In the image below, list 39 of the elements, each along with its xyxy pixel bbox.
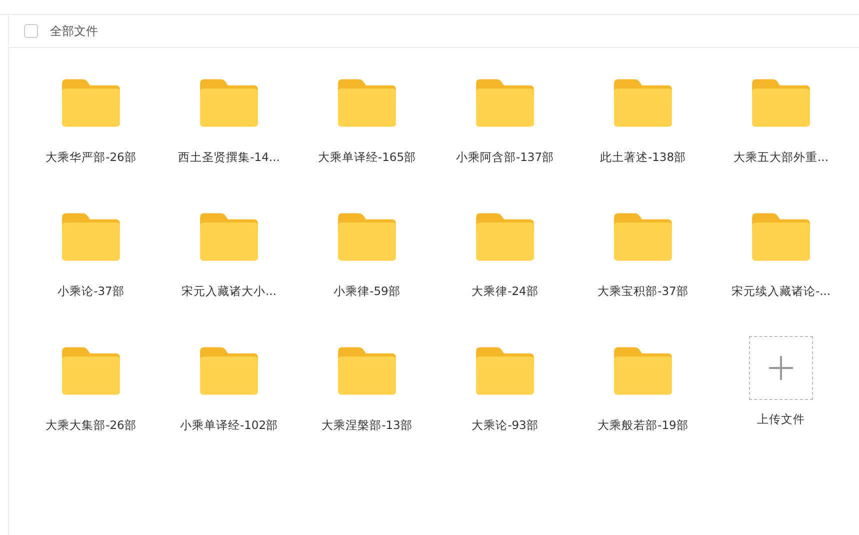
folder-name[interactable]: 小乘论-37部 <box>58 284 124 299</box>
folder-icon[interactable] <box>474 76 536 130</box>
folder-name[interactable]: 小乘律-59部 <box>334 284 400 299</box>
folder-icon[interactable] <box>60 76 122 130</box>
folder-icon[interactable] <box>198 344 260 398</box>
folder-icon[interactable] <box>336 76 398 130</box>
folder-icon[interactable] <box>612 210 674 264</box>
folder-icon[interactable] <box>474 210 536 264</box>
breadcrumb-title: 全部文件 <box>50 22 98 40</box>
plus-icon <box>767 354 795 382</box>
folder-name[interactable]: 小乘单译经-102部 <box>180 418 278 433</box>
folder-name[interactable]: 大乘般若部-19部 <box>598 418 688 433</box>
folder-icon[interactable] <box>750 210 812 264</box>
folder-name[interactable]: 小乘阿含部-137部 <box>456 150 554 165</box>
folder-icon[interactable] <box>612 344 674 398</box>
folder-icon[interactable] <box>750 76 812 130</box>
folder-name[interactable]: 大乘论-93部 <box>472 418 538 433</box>
folder-icon[interactable] <box>612 76 674 130</box>
folder-icon[interactable] <box>198 76 260 130</box>
folder-name[interactable]: 宋元入藏诸大小... <box>182 284 276 299</box>
upload-box[interactable] <box>749 336 813 400</box>
folder-icon[interactable] <box>60 210 122 264</box>
folder-name[interactable]: 大乘五大部外重... <box>734 150 828 165</box>
folder-name[interactable]: 大乘涅槃部-13部 <box>322 418 412 433</box>
folder-name[interactable]: 大乘单译经-165部 <box>318 150 416 165</box>
select-all-checkbox[interactable] <box>24 24 38 38</box>
folder-name[interactable]: 大乘宝积部-37部 <box>598 284 688 299</box>
folder-icon[interactable] <box>336 210 398 264</box>
folder-icon[interactable] <box>336 344 398 398</box>
folder-name[interactable]: 大乘华严部-26部 <box>46 150 136 165</box>
folder-name[interactable]: 大乘律-24部 <box>472 284 538 299</box>
folder-icon[interactable] <box>198 210 260 264</box>
folder-name[interactable]: 宋元续入藏诸论-... <box>731 284 831 299</box>
folder-name[interactable]: 此土著述-138部 <box>600 150 686 165</box>
folder-icon[interactable] <box>60 344 122 398</box>
folder-icon[interactable] <box>474 344 536 398</box>
folder-name[interactable]: 大乘大集部-26部 <box>46 418 136 433</box>
folder-name[interactable]: 西土圣贤撰集-14... <box>178 150 280 165</box>
upload-label[interactable]: 上传文件 <box>757 412 805 427</box>
